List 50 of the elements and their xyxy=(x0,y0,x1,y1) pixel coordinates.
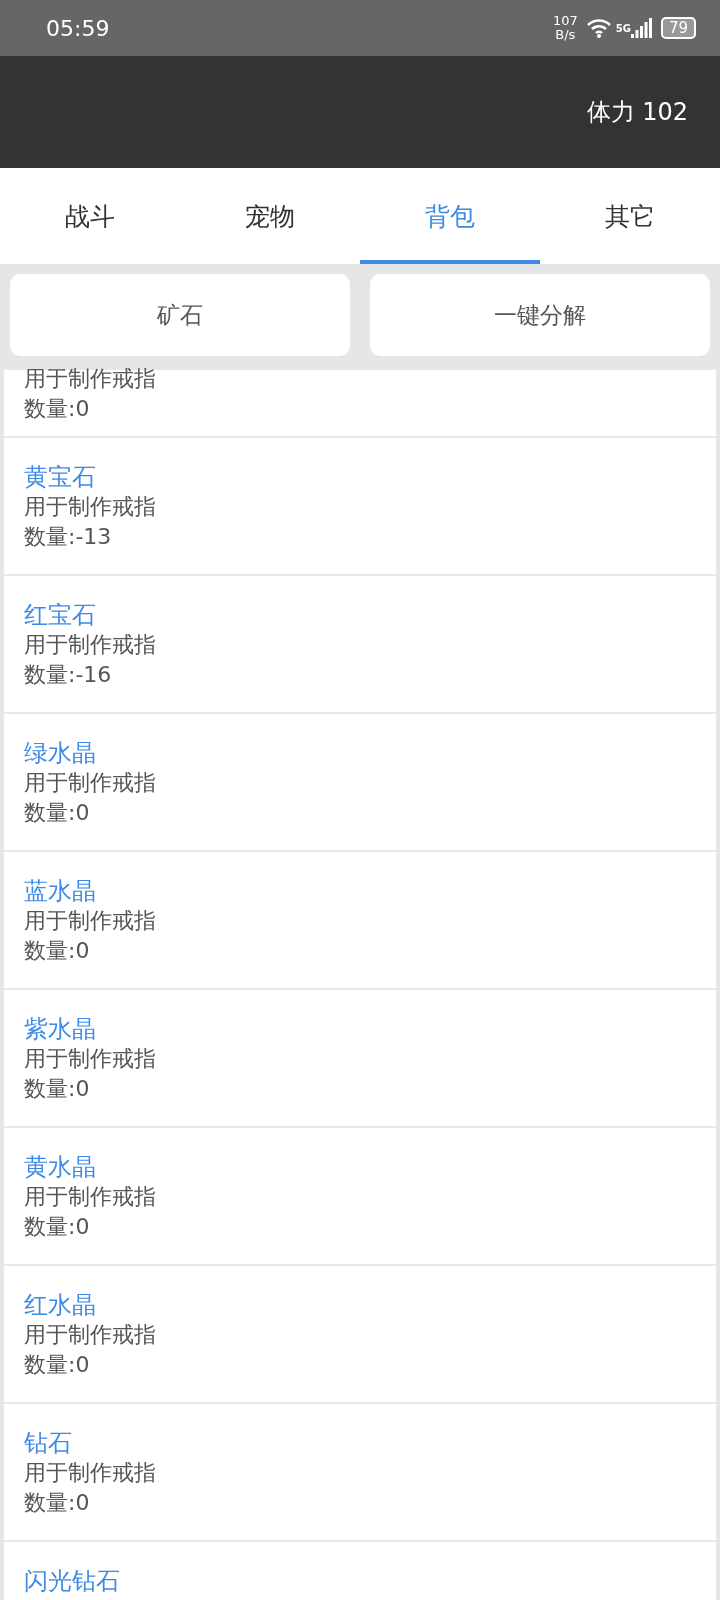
item-count: 数量:0 xyxy=(24,1489,91,1517)
wifi-icon xyxy=(585,18,612,38)
item-card[interactable]: 蓝水晶 用于制作戒指 数量:0 xyxy=(4,852,716,988)
item-count: 数量:0 xyxy=(24,937,91,965)
item-description: 用于制作戒指 xyxy=(24,769,157,797)
tab[interactable]: 背包 xyxy=(360,168,540,264)
item-count: 数量:0 xyxy=(24,1351,91,1379)
item-count: 数量:-16 xyxy=(24,661,113,689)
tab[interactable]: 其它 xyxy=(540,168,720,264)
action-button[interactable]: 一键分解 xyxy=(370,274,710,356)
item-card[interactable]: 红宝石 用于制作戒指 数量:-16 xyxy=(4,576,716,712)
signal-icon xyxy=(630,18,653,38)
item-description: 用于制作戒指 xyxy=(24,1459,157,1487)
item-card[interactable]: 红水晶 用于制作戒指 数量:0 xyxy=(4,1266,716,1402)
item-name: 黄水晶 xyxy=(24,1152,97,1182)
item-description: 用于制作戒指 xyxy=(24,493,157,521)
item-description: 用于制作戒指 xyxy=(24,631,157,659)
item-name: 黄宝石 xyxy=(24,462,97,492)
battery-level: 79 xyxy=(660,17,696,39)
item-name: 绿水晶 xyxy=(24,738,97,768)
item-description: 用于制作戒指 xyxy=(24,1183,157,1211)
item-card[interactable]: 钻石 用于制作戒指 数量:0 xyxy=(4,1404,716,1540)
net-speed: 107 xyxy=(552,14,578,28)
item-description: 用于制作戒指 xyxy=(24,907,157,935)
item-card[interactable]: 紫水晶 用于制作戒指 数量:0 xyxy=(4,990,716,1126)
item-count: 数量:0 xyxy=(24,395,91,423)
action-button[interactable]: 矿石 xyxy=(10,274,350,356)
tab[interactable]: 宠物 xyxy=(180,168,360,264)
item-name: 红水晶 xyxy=(24,1290,97,1320)
item-card[interactable]: 黄水晶 用于制作戒指 数量:0 xyxy=(4,1128,716,1264)
item-card[interactable]: 用于制作戒指 数量:0 xyxy=(4,370,716,436)
item-card[interactable]: 黄宝石 用于制作戒指 数量:-13 xyxy=(4,438,716,574)
item-count: 数量:0 xyxy=(24,1213,91,1241)
network-type: 5G xyxy=(615,22,631,34)
item-name: 钻石 xyxy=(24,1428,73,1458)
item-name: 紫水晶 xyxy=(24,1014,97,1044)
item-name: 闪光钻石 xyxy=(24,1566,121,1596)
net-speed-unit: B/s xyxy=(555,28,576,42)
item-card[interactable]: 闪光钻石 xyxy=(4,1542,716,1600)
tab[interactable]: 战斗 xyxy=(0,168,180,264)
stamina-label: 体力 102 xyxy=(586,97,688,128)
item-count: 数量:0 xyxy=(24,799,91,827)
clock: 05:59 xyxy=(46,15,111,41)
item-count: 数量:0 xyxy=(24,1075,91,1103)
item-name: 红宝石 xyxy=(24,600,97,630)
item-count: 数量:-13 xyxy=(24,523,113,551)
item-description: 用于制作戒指 xyxy=(24,1321,157,1349)
item-description: 用于制作戒指 xyxy=(24,1045,157,1073)
item-name: 蓝水晶 xyxy=(24,876,97,906)
item-card[interactable]: 绿水晶 用于制作戒指 数量:0 xyxy=(4,714,716,850)
